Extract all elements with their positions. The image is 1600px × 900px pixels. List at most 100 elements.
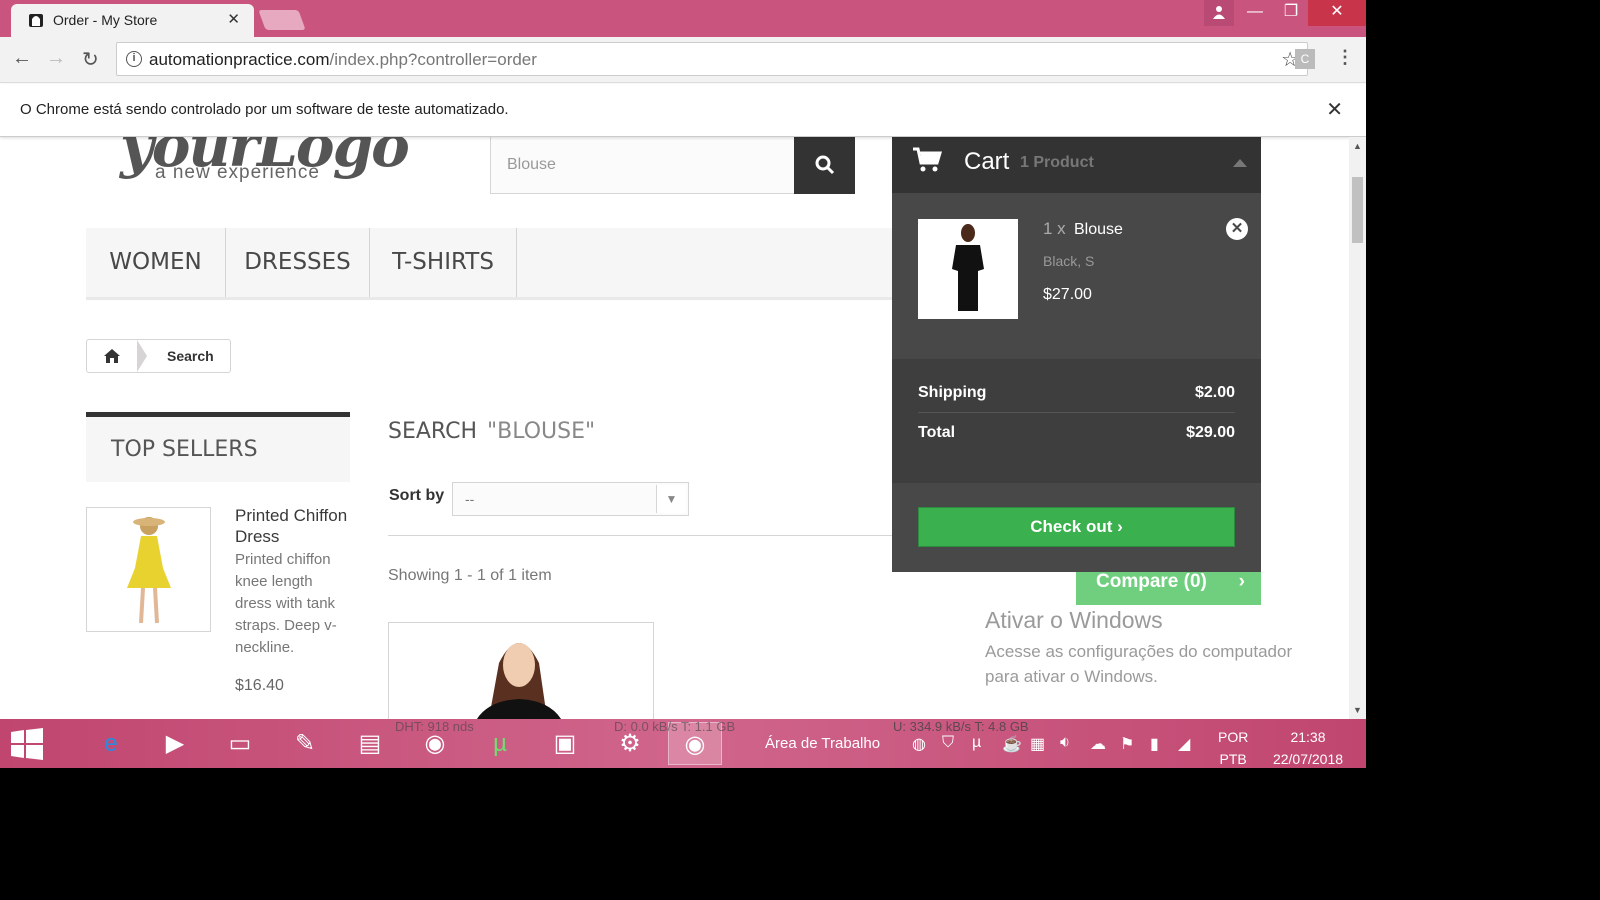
browser-toolbar: ← → ↻ i automationpractice.com/index.php… [0,37,1366,83]
divider [388,535,898,536]
windows-taskbar: e ▶ ▭ ✎ ▤ ◉ µ ▣ ⚙ ◉ DHT: 918 nds D: 0.0 … [0,719,1366,768]
notepad-icon[interactable]: ▤ [343,722,397,765]
browser-titlebar: Order - My Store ✕ — ❐ ✕ [0,0,1366,37]
new-tab-button[interactable] [258,10,306,30]
profile-icon[interactable] [1204,0,1234,26]
breadcrumb-current: Search [167,348,214,364]
product-card[interactable] [388,622,654,719]
command-prompt-icon[interactable]: ▣ [538,722,592,765]
page-scrollbar[interactable]: ▲ ▼ [1349,137,1366,719]
info-icon[interactable]: i [126,51,142,67]
cart-item-name[interactable]: Blouse [1074,221,1123,239]
windows-start-icon[interactable] [10,727,44,761]
cart-item-image[interactable] [918,219,1018,319]
search-icon [815,155,834,175]
search-query: "BLOUSE" [487,419,596,444]
volume-icon[interactable]: 🔉︎ [1060,734,1070,752]
minimize-button[interactable]: — [1240,0,1270,26]
top-seller-product-image[interactable] [86,507,211,632]
url-text: automationpractice.com/index.php?control… [149,50,537,69]
language-indicator[interactable]: POR PTB [1218,726,1248,768]
sort-label: Sort by [389,487,445,504]
tray-network-icon[interactable]: ▦ [1030,734,1045,754]
sort-select[interactable]: -- ▼ [452,482,689,516]
menu-item-tshirts[interactable]: T-SHIRTS [370,228,517,297]
chevron-right-icon: › [1117,517,1123,536]
web-page: yourLogo a new experience Blouse WOMEN D… [0,137,1366,719]
chevron-down-icon[interactable]: ▼ [656,485,686,513]
logo-tagline: a new experience [155,162,320,183]
caret-up-icon [1233,159,1247,167]
extension-icon[interactable]: C [1295,49,1315,69]
scroll-thumb[interactable] [1352,177,1363,243]
restore-button[interactable]: ❐ [1274,0,1308,26]
desktop-toolbar-label[interactable]: Área de Trabalho [765,735,880,752]
store-favicon-icon [29,14,43,27]
activation-subtext: Acesse as configurações do computador pa… [985,642,1293,686]
file-explorer-icon[interactable]: ▭ [213,722,267,765]
tab-close-icon[interactable]: ✕ [227,10,240,28]
automation-infobar: O Chrome está sendo controlado por um so… [0,84,1366,137]
back-icon[interactable]: ← [12,47,32,70]
top-seller-product-description: Printed chiffon knee length dress with t… [235,551,337,656]
forward-icon[interactable]: → [46,47,66,70]
breadcrumb-separator [137,340,147,372]
main-menu: WOMEN DRESSES T-SHIRTS [86,228,896,300]
clock-date: 22/07/2018 [1272,751,1344,767]
total-row: Total $29.00 [918,424,1235,442]
scroll-down-icon[interactable]: ▼ [1353,705,1362,715]
remove-item-icon[interactable]: ✕ [1226,218,1248,240]
menu-item-women[interactable]: WOMEN [86,228,226,297]
shipping-label: Shipping [918,384,987,401]
action-center-flag-icon[interactable]: ⚑ [1120,734,1134,754]
cart-summary: Shipping $2.00 Total $29.00 [892,359,1261,483]
battery-icon[interactable]: ▮ [1150,734,1159,754]
windows-activation-watermark: Ativar o Windows Acesse as configurações… [985,607,1325,689]
activation-heading: Ativar o Windows [985,607,1163,633]
store-logo[interactable]: yourLogo a new experience [120,137,410,197]
address-bar[interactable]: i automationpractice.com/index.php?contr… [116,42,1308,76]
utorrent-icon[interactable]: µ [473,722,527,765]
cart-header[interactable]: Cart 1 Product [892,137,1261,193]
checkout-button[interactable]: Check out › [918,507,1235,547]
tray-shield-icon[interactable]: ⛉ [942,734,954,752]
scroll-up-icon[interactable]: ▲ [1353,141,1362,151]
top-seller-product-name[interactable]: Printed Chiffon Dress [235,505,355,547]
kebab-menu-icon[interactable]: ⋮ [1336,47,1354,68]
cart-item-attributes: Black, S [1043,253,1095,269]
cart-title: Cart [964,148,1010,175]
top-seller-product-price: $16.40 [235,677,284,694]
cart-item-price: $27.00 [1043,286,1092,303]
menu-item-dresses[interactable]: DRESSES [226,228,370,297]
infobar-message: O Chrome está sendo controlado por um so… [20,101,509,118]
search-button[interactable] [794,137,855,194]
top-sellers-block: TOP SELLERS [86,412,350,482]
tray-avast-icon[interactable]: ◍ [912,734,926,754]
onedrive-icon[interactable]: ☁ [1090,734,1106,754]
cart-dropdown: Cart 1 Product 1 x Blouse Black, S $27.0… [892,137,1261,572]
screen: Order - My Store ✕ — ❐ ✕ ← → ↻ i automat… [0,0,1366,768]
total-label: Total [918,424,956,441]
reload-icon[interactable]: ↻ [82,47,99,72]
clock[interactable]: 21:38 22/07/2018 [1262,726,1354,768]
top-sellers-heading: TOP SELLERS [111,437,258,462]
shipping-value: $2.00 [1194,384,1235,401]
search-input[interactable]: Blouse [490,137,795,194]
paint-icon[interactable]: ✎ [278,722,332,765]
tray-utorrent-icon[interactable]: µ [972,734,981,752]
wifi-signal-icon[interactable]: ◢ [1178,734,1190,754]
search-results-heading: SEARCH "BLOUSE" [388,419,596,444]
home-icon[interactable] [87,340,137,372]
infobar-close-icon[interactable]: ✕ [1326,97,1343,122]
sort-selected-value: -- [465,491,475,507]
browser-tab[interactable]: Order - My Store ✕ [11,4,254,37]
tray-java-icon[interactable]: ☕ [1002,734,1022,754]
results-count: Showing 1 - 1 of 1 item [388,567,552,584]
media-player-icon[interactable]: ▶ [148,722,202,765]
window-close-button[interactable]: ✕ [1308,0,1366,26]
cart-item-quantity: 1 x [1043,219,1066,238]
total-value: $29.00 [1186,424,1235,441]
internet-explorer-icon[interactable]: e [84,722,138,765]
torrent-dht-status: DHT: 918 nds [395,719,474,734]
torrent-download-status: D: 0.0 kB/s T: 1.1 GB [614,719,736,734]
